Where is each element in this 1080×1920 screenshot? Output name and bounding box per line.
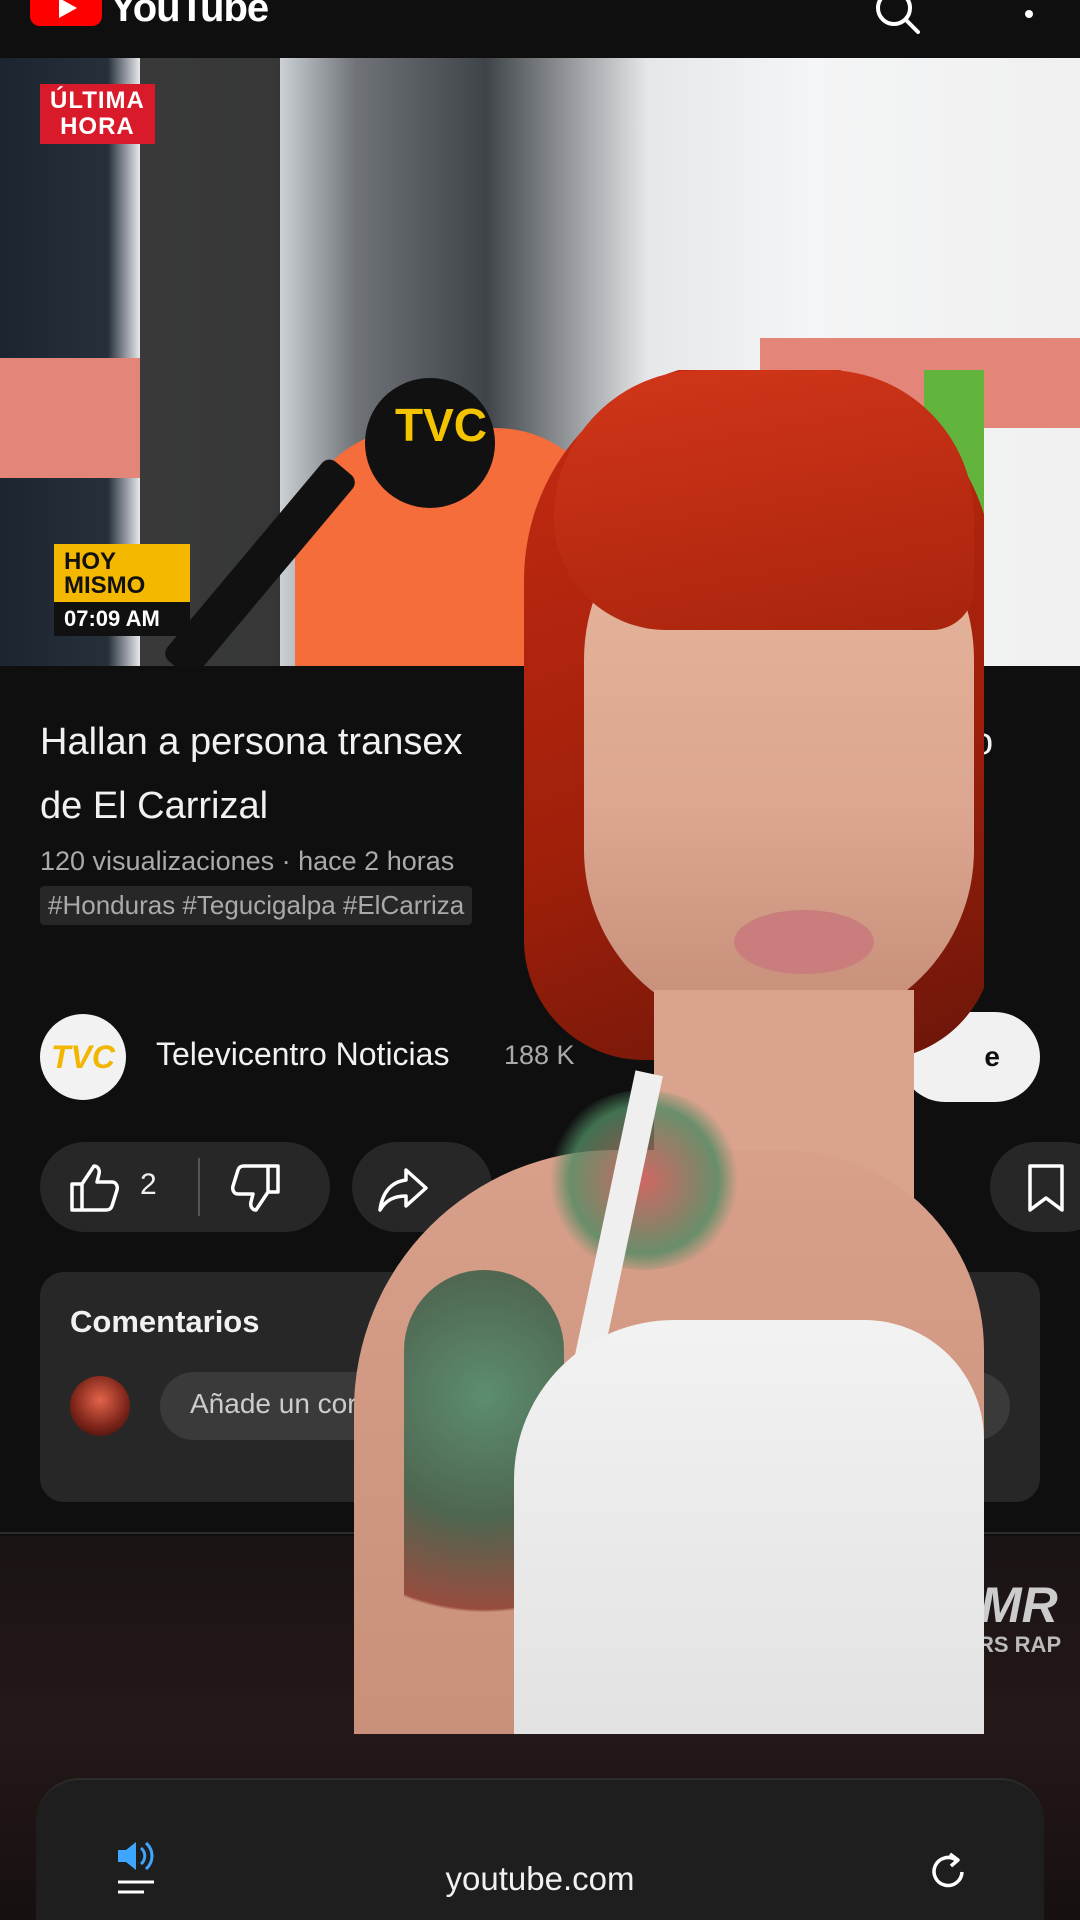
next-video-logo-subtitle: RS RAP (978, 1632, 1062, 1657)
browser-address-bar[interactable]: youtube.com (36, 1778, 1044, 1920)
overlay-person-video (354, 370, 984, 1734)
overlay-lips (734, 910, 874, 974)
like-count: 2 (140, 1168, 157, 1201)
breaking-badge-line1: ÚLTIMA (50, 87, 145, 114)
overlay-fringe (554, 370, 974, 630)
youtube-wordmark: YouTube (110, 0, 269, 30)
channel-avatar-text: TVC (51, 1038, 115, 1075)
today-badge-label: HOY MISMO (54, 544, 190, 602)
user-avatar (70, 1376, 130, 1436)
url-text[interactable]: youtube.com (36, 1860, 1044, 1898)
breaking-news-badge: ÚLTIMA HORA (40, 84, 155, 144)
dislike-icon[interactable] (230, 1160, 286, 1216)
youtube-logo[interactable]: YouTube (30, 0, 269, 30)
save-button[interactable] (990, 1142, 1080, 1232)
today-badge: HOY MISMO 07:09 AM (54, 544, 190, 636)
overlay-white-top (514, 1320, 984, 1734)
search-icon[interactable] (872, 0, 922, 36)
like-dislike-pill: 2 (40, 1142, 330, 1232)
video-scene-wall (0, 358, 140, 478)
channel-avatar[interactable]: TVC (40, 1014, 126, 1100)
today-badge-line1: HOY (64, 548, 117, 575)
more-vert-icon[interactable] (1004, 0, 1054, 36)
today-badge-line2: MISMO (64, 572, 146, 599)
like-icon[interactable] (64, 1160, 120, 1216)
breaking-badge-line2: HORA (60, 113, 135, 140)
today-badge-time: 07:09 AM (54, 602, 190, 636)
save-icon (1028, 1164, 1064, 1212)
reload-icon[interactable] (926, 1850, 970, 1894)
like-separator (198, 1158, 200, 1216)
top-app-bar: YouTube (0, 0, 1080, 58)
next-video-logo: MR (980, 1577, 1058, 1633)
comments-label: Comentarios (70, 1304, 260, 1339)
youtube-play-icon (30, 0, 102, 26)
